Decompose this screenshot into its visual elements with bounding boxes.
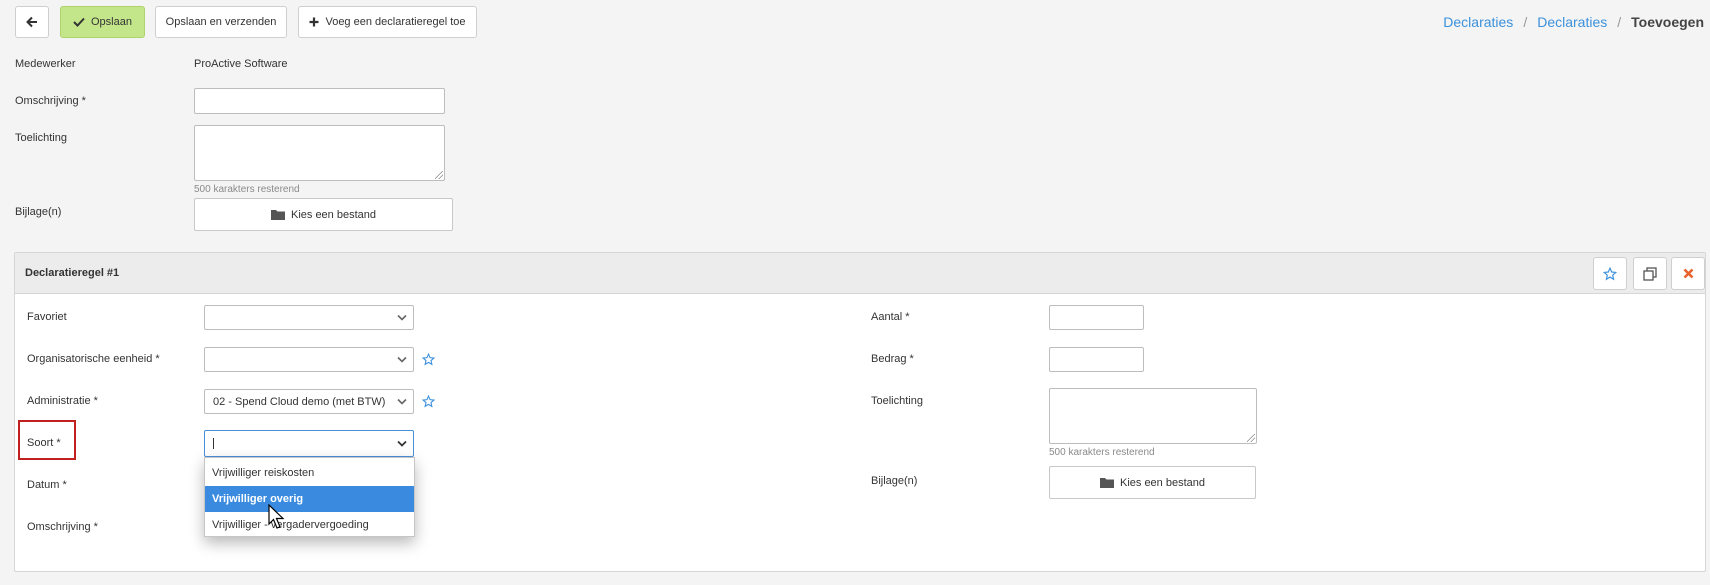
type-dropdown-list: Vrijwilliger reiskosten Vrijwilliger ove… bbox=[204, 457, 415, 537]
type-label: Soort * bbox=[27, 437, 61, 449]
org-unit-label: Organisatorische eenheid * bbox=[27, 353, 160, 365]
quantity-label: Aantal * bbox=[871, 311, 910, 323]
mouse-pointer-icon bbox=[268, 504, 285, 529]
favorite-label: Favoriet bbox=[27, 311, 67, 323]
panel-title: Declaratieregel #1 bbox=[25, 267, 120, 279]
add-line-button[interactable]: Voeg een declaratieregel toe bbox=[298, 6, 477, 38]
choose-file-label: Kies een bestand bbox=[290, 208, 376, 221]
attachments-label: Bijlage(n) bbox=[15, 206, 62, 218]
breadcrumb: Declaraties / Declaraties / Toevoegen bbox=[1443, 14, 1704, 30]
close-icon bbox=[1683, 268, 1693, 279]
description-input[interactable] bbox=[194, 88, 445, 114]
dropdown-option-overig[interactable]: Vrijwilliger overig bbox=[205, 486, 414, 512]
type-select[interactable] bbox=[204, 430, 414, 457]
check-icon bbox=[73, 17, 85, 27]
breadcrumb-link-declaraties-1[interactable]: Declaraties bbox=[1443, 14, 1513, 30]
copy-icon bbox=[1643, 266, 1657, 281]
chevron-down-icon bbox=[397, 314, 407, 321]
administration-label: Administratie * bbox=[27, 395, 98, 407]
add-line-label: Voeg een declaratieregel toe bbox=[325, 16, 466, 28]
save-and-send-label: Opslaan en verzenden bbox=[165, 16, 277, 28]
favorite-button[interactable] bbox=[1593, 257, 1627, 290]
administration-select-value: 02 - Spend Cloud demo (met BTW) bbox=[213, 395, 386, 408]
breadcrumb-link-declaraties-2[interactable]: Declaraties bbox=[1537, 14, 1607, 30]
chevron-down-icon bbox=[397, 440, 407, 447]
note-textarea[interactable] bbox=[194, 125, 445, 181]
delete-line-button[interactable] bbox=[1671, 257, 1705, 290]
breadcrumb-current: Toevoegen bbox=[1631, 14, 1704, 30]
amount-input[interactable] bbox=[1049, 347, 1144, 372]
note-label: Toelichting bbox=[15, 132, 67, 144]
amount-label: Bedrag * bbox=[871, 353, 914, 365]
favorite-select[interactable] bbox=[204, 305, 414, 330]
back-button[interactable] bbox=[15, 6, 49, 38]
quantity-input[interactable] bbox=[1049, 305, 1144, 330]
save-and-send-button[interactable]: Opslaan en verzenden bbox=[155, 6, 287, 38]
line-attachments-label: Bijlage(n) bbox=[871, 475, 918, 487]
line-note-chars-remaining: 500 karakters resterend bbox=[1049, 447, 1155, 458]
administration-select[interactable]: 02 - Spend Cloud demo (met BTW) bbox=[204, 389, 414, 414]
note-chars-remaining: 500 karakters resterend bbox=[194, 184, 300, 195]
line-note-textarea[interactable] bbox=[1049, 388, 1257, 444]
breadcrumb-separator: / bbox=[1523, 14, 1528, 30]
copy-button[interactable] bbox=[1633, 257, 1667, 290]
dropdown-option-reiskosten[interactable]: Vrijwilliger reiskosten bbox=[205, 460, 414, 486]
folder-icon bbox=[1099, 478, 1114, 488]
chevron-down-icon bbox=[397, 356, 407, 363]
org-unit-favorite-star-icon[interactable] bbox=[422, 353, 435, 366]
administration-favorite-star-icon[interactable] bbox=[422, 395, 435, 408]
breadcrumb-separator: / bbox=[1617, 14, 1622, 30]
resize-grip-icon[interactable] bbox=[1247, 434, 1255, 442]
line-choose-file-label: Kies een bestand bbox=[1119, 476, 1205, 489]
save-button[interactable]: Opslaan bbox=[60, 6, 145, 38]
resize-grip-icon[interactable] bbox=[435, 171, 443, 179]
description-label: Omschrijving * bbox=[15, 95, 86, 107]
line-choose-file-button[interactable]: Kies een bestand bbox=[1049, 466, 1256, 499]
org-unit-select[interactable] bbox=[204, 347, 414, 372]
star-icon bbox=[1603, 266, 1617, 280]
panel-header: Declaratieregel #1 bbox=[15, 253, 1705, 294]
chevron-down-icon bbox=[397, 398, 407, 405]
line-note-label: Toelichting bbox=[871, 395, 923, 407]
save-button-label: Opslaan bbox=[91, 16, 132, 28]
folder-icon bbox=[270, 210, 285, 220]
plus-icon bbox=[309, 17, 319, 27]
choose-file-button[interactable]: Kies een bestand bbox=[194, 198, 453, 231]
date-label: Datum * bbox=[27, 479, 67, 491]
line-description-label: Omschrijving * bbox=[27, 521, 98, 533]
dropdown-option-vergadervergoeding[interactable]: Vrijwilliger - vergadervergoeding bbox=[205, 512, 414, 538]
text-caret bbox=[213, 438, 214, 449]
employee-label: Medewerker bbox=[15, 58, 76, 70]
employee-value: ProActive Software bbox=[194, 58, 288, 70]
arrow-left-icon bbox=[26, 16, 37, 28]
